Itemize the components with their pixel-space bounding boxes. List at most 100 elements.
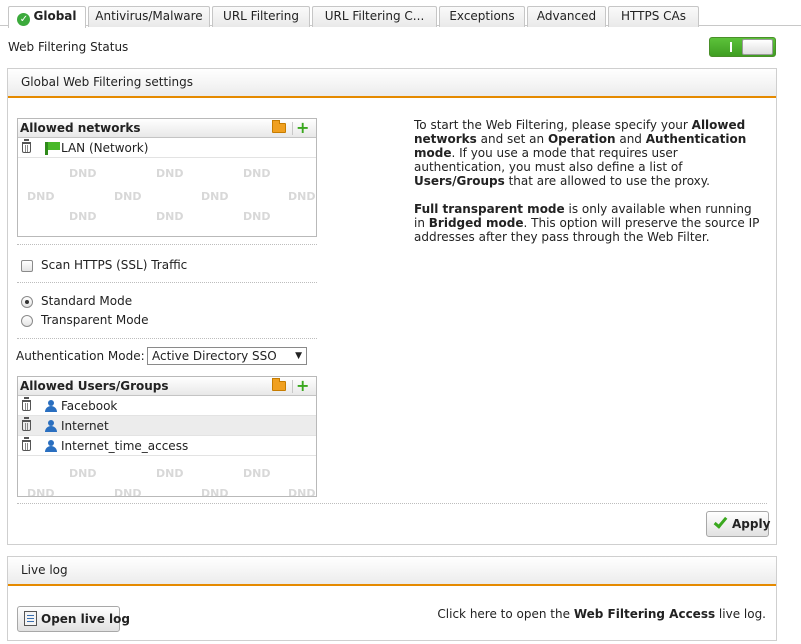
help-text-run: To start the Web Filtering, please speci… bbox=[414, 118, 692, 132]
log-text-suffix: live log. bbox=[715, 607, 766, 621]
tab-label: Exceptions bbox=[449, 9, 515, 23]
global-settings-panel: Global Web Filtering settings Allowed ne… bbox=[7, 68, 777, 545]
log-text-bold: Web Filtering Access bbox=[573, 607, 716, 621]
tab-antivirus-malware[interactable]: Antivirus/Malware bbox=[88, 6, 210, 27]
help-text-bold: Full transparent mode bbox=[414, 202, 565, 216]
list-item[interactable]: Facebook bbox=[18, 396, 316, 416]
log-text-prefix: Click here to open the bbox=[437, 607, 574, 621]
tab-url-filtering-categories[interactable]: URL Filtering C... bbox=[312, 6, 437, 27]
open-live-log-label: Open live log bbox=[41, 612, 130, 626]
list-item[interactable]: LAN (Network) bbox=[18, 138, 316, 158]
trash-icon[interactable] bbox=[22, 437, 31, 451]
header-divider bbox=[292, 122, 293, 135]
user-group-name: Facebook bbox=[61, 399, 118, 413]
user-group-name: Internet bbox=[61, 419, 109, 433]
standard-mode-label: Standard Mode bbox=[41, 294, 133, 308]
live-log-panel: Live log Open live log Click here to ope… bbox=[7, 556, 777, 641]
user-group-icon bbox=[44, 400, 58, 412]
selected-value: Active Directory SSO bbox=[152, 349, 277, 363]
transparent-mode-radio[interactable] bbox=[21, 315, 33, 327]
dnd-watermark: DND bbox=[243, 167, 271, 180]
network-flag-icon bbox=[45, 142, 60, 155]
tab-advanced[interactable]: Advanced bbox=[527, 6, 606, 27]
dnd-watermark: DND bbox=[201, 190, 229, 203]
tab-exceptions[interactable]: Exceptions bbox=[439, 6, 525, 27]
tab-label: URL Filtering bbox=[223, 9, 299, 23]
tab-label: HTTPS CAs bbox=[621, 9, 686, 23]
dnd-watermark: DND bbox=[243, 210, 271, 223]
standard-mode-radio[interactable] bbox=[21, 296, 33, 308]
allowed-networks-grid: Allowed networks + LAN (Network) DND DND… bbox=[17, 118, 317, 237]
add-icon[interactable]: + bbox=[296, 377, 309, 395]
dnd-watermark: DND bbox=[27, 487, 55, 497]
panel-title: Global Web Filtering settings bbox=[8, 69, 776, 98]
dnd-watermark: DND bbox=[114, 487, 142, 497]
help-text-bold: Bridged mode bbox=[428, 216, 524, 230]
folder-icon[interactable] bbox=[272, 378, 286, 391]
dnd-watermark: DND bbox=[156, 467, 184, 480]
apply-button[interactable]: Apply bbox=[706, 511, 770, 537]
open-live-log-button[interactable]: Open live log bbox=[17, 606, 130, 632]
divider bbox=[17, 503, 767, 504]
grid-header: Allowed Users/Groups + bbox=[18, 377, 316, 396]
scan-https-label: Scan HTTPS (SSL) Traffic bbox=[41, 258, 188, 272]
user-group-icon bbox=[44, 440, 58, 452]
dnd-watermark: DND bbox=[69, 210, 97, 223]
tab-label: Antivirus/Malware bbox=[95, 9, 203, 23]
authentication-mode-label: Authentication Mode: bbox=[16, 349, 145, 363]
help-text-run: that are allowed to use the proxy. bbox=[504, 174, 710, 188]
add-icon[interactable]: + bbox=[296, 119, 309, 137]
authentication-mode-select[interactable]: Active Directory SSO ▼ bbox=[147, 347, 307, 365]
dnd-watermark: DND bbox=[243, 467, 271, 480]
help-text-run: and set an bbox=[476, 132, 548, 146]
checkmark-icon bbox=[713, 514, 728, 529]
header-divider bbox=[292, 380, 293, 393]
tab-bar: ✓ Global Antivirus/Malware URL Filtering … bbox=[0, 0, 801, 28]
user-group-icon bbox=[44, 420, 58, 432]
trash-icon[interactable] bbox=[22, 417, 31, 431]
help-text-run: . If you use a mode that requires user a… bbox=[414, 146, 683, 174]
dnd-watermark: DND bbox=[27, 190, 55, 203]
dnd-watermark: DND bbox=[156, 167, 184, 180]
help-text-run: and bbox=[615, 132, 646, 146]
dnd-watermark: DND bbox=[69, 167, 97, 180]
help-text: To start the Web Filtering, please speci… bbox=[414, 118, 764, 258]
web-filtering-status-toggle[interactable] bbox=[709, 37, 776, 57]
dropdown-arrow-icon: ▼ bbox=[295, 351, 302, 361]
transparent-mode-label: Transparent Mode bbox=[41, 313, 149, 327]
panel-title: Live log bbox=[8, 557, 776, 586]
web-filtering-status-label: Web Filtering Status bbox=[8, 40, 129, 54]
network-name: LAN (Network) bbox=[61, 141, 149, 155]
scan-https-checkbox[interactable] bbox=[21, 260, 33, 272]
tab-global[interactable]: ✓ Global bbox=[8, 6, 86, 28]
grid-title: Allowed networks bbox=[20, 121, 141, 135]
help-text-bold: Operation bbox=[547, 132, 616, 146]
user-group-name: Internet_time_access bbox=[61, 439, 189, 453]
dnd-watermark: DND bbox=[114, 190, 142, 203]
divider bbox=[17, 282, 317, 283]
help-paragraph-operation: To start the Web Filtering, please speci… bbox=[414, 118, 764, 188]
divider bbox=[17, 338, 317, 339]
tab-label: Advanced bbox=[536, 9, 597, 23]
dnd-watermark: DND bbox=[156, 210, 184, 223]
tab-label: Global bbox=[33, 9, 77, 23]
dnd-watermark: DND bbox=[288, 190, 316, 203]
list-item[interactable]: Internet_time_access bbox=[18, 436, 316, 456]
log-icon bbox=[24, 611, 37, 626]
trash-icon[interactable] bbox=[22, 397, 31, 411]
dnd-watermark: DND bbox=[69, 467, 97, 480]
trash-icon[interactable] bbox=[22, 139, 31, 153]
dnd-watermark: DND bbox=[288, 487, 316, 497]
list-item[interactable]: Internet bbox=[18, 416, 316, 436]
toggle-on-indicator bbox=[730, 42, 732, 52]
divider bbox=[17, 244, 317, 245]
grid-header: Allowed networks + bbox=[18, 119, 316, 138]
folder-icon[interactable] bbox=[272, 120, 286, 133]
help-text-bold: Users/Groups bbox=[414, 174, 505, 188]
dnd-watermark: DND bbox=[201, 487, 229, 497]
tab-url-filtering[interactable]: URL Filtering bbox=[212, 6, 310, 27]
help-paragraph-transparent: Full transparent mode is only available … bbox=[414, 202, 764, 244]
grid-title: Allowed Users/Groups bbox=[20, 379, 169, 393]
tab-https-cas[interactable]: HTTPS CAs bbox=[608, 6, 699, 27]
check-circle-icon: ✓ bbox=[17, 13, 31, 26]
